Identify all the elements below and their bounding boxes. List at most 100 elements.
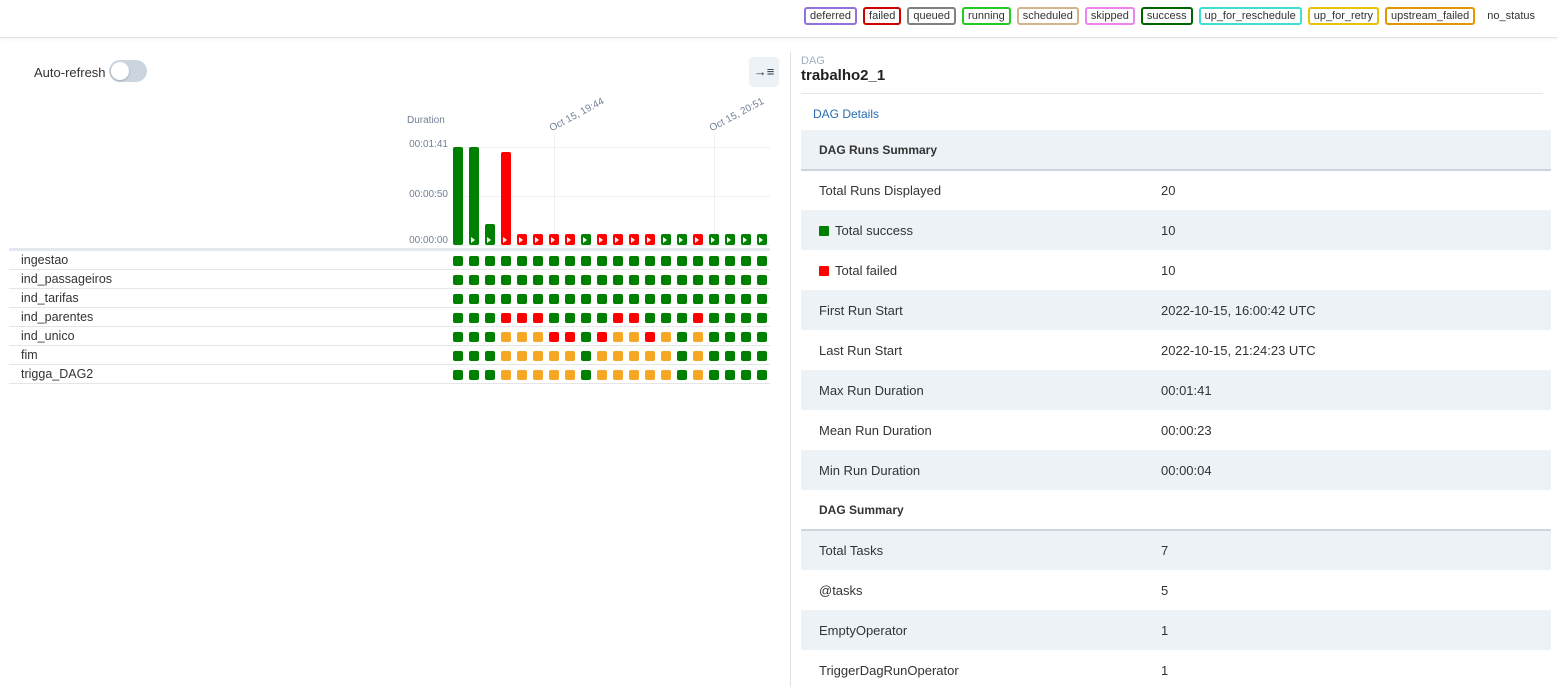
task-instance-cell[interactable] — [533, 294, 543, 304]
duration-bar[interactable] — [469, 147, 479, 245]
task-instance-cell[interactable] — [469, 313, 479, 323]
task-instance-cell[interactable] — [597, 275, 607, 285]
task-instance-cell[interactable] — [725, 275, 735, 285]
task-instance-cell[interactable] — [645, 332, 655, 342]
task-instance-cell[interactable] — [549, 332, 559, 342]
task-instance-cell[interactable] — [501, 294, 511, 304]
task-instance-cell[interactable] — [501, 370, 511, 380]
task-instance-cell[interactable] — [565, 275, 575, 285]
duration-bar[interactable] — [533, 234, 543, 245]
task-instance-cell[interactable] — [533, 370, 543, 380]
task-instance-cell[interactable] — [581, 275, 591, 285]
task-instance-cell[interactable] — [533, 256, 543, 266]
task-instance-cell[interactable] — [517, 313, 527, 323]
duration-bar[interactable] — [677, 234, 687, 245]
duration-bar[interactable] — [645, 234, 655, 245]
task-instance-cell[interactable] — [725, 256, 735, 266]
task-instance-cell[interactable] — [725, 313, 735, 323]
task-instance-cell[interactable] — [453, 256, 463, 266]
task-instance-cell[interactable] — [725, 294, 735, 304]
task-instance-cell[interactable] — [581, 351, 591, 361]
task-instance-cell[interactable] — [661, 370, 671, 380]
task-instance-cell[interactable] — [581, 332, 591, 342]
task-instance-cell[interactable] — [629, 370, 639, 380]
task-instance-cell[interactable] — [533, 275, 543, 285]
task-instance-cell[interactable] — [677, 351, 687, 361]
task-instance-cell[interactable] — [757, 294, 767, 304]
task-name[interactable]: ind_tarifas — [21, 291, 79, 305]
task-instance-cell[interactable] — [453, 332, 463, 342]
task-instance-cell[interactable] — [549, 313, 559, 323]
task-instance-cell[interactable] — [709, 351, 719, 361]
duration-bar[interactable] — [485, 223, 495, 245]
task-instance-cell[interactable] — [565, 351, 575, 361]
task-instance-cell[interactable] — [613, 313, 623, 323]
task-instance-cell[interactable] — [741, 256, 751, 266]
legend-failed[interactable]: failed — [863, 7, 902, 25]
task-instance-cell[interactable] — [741, 370, 751, 380]
task-instance-cell[interactable] — [757, 351, 767, 361]
task-instance-cell[interactable] — [693, 351, 703, 361]
task-instance-cell[interactable] — [693, 275, 703, 285]
task-instance-cell[interactable] — [533, 351, 543, 361]
task-instance-cell[interactable] — [469, 256, 479, 266]
task-instance-cell[interactable] — [677, 313, 687, 323]
task-instance-cell[interactable] — [469, 370, 479, 380]
task-instance-cell[interactable] — [581, 313, 591, 323]
task-instance-cell[interactable] — [693, 332, 703, 342]
task-instance-cell[interactable] — [453, 351, 463, 361]
task-instance-cell[interactable] — [709, 275, 719, 285]
task-name[interactable]: ind_unico — [21, 329, 75, 343]
task-instance-cell[interactable] — [725, 332, 735, 342]
task-instance-cell[interactable] — [693, 294, 703, 304]
task-instance-cell[interactable] — [597, 370, 607, 380]
task-instance-cell[interactable] — [453, 313, 463, 323]
task-instance-cell[interactable] — [709, 256, 719, 266]
task-instance-cell[interactable] — [485, 294, 495, 304]
task-instance-cell[interactable] — [629, 256, 639, 266]
duration-bar[interactable] — [661, 234, 671, 245]
task-instance-cell[interactable] — [501, 313, 511, 323]
task-instance-cell[interactable] — [485, 351, 495, 361]
legend-skipped[interactable]: skipped — [1084, 7, 1135, 25]
legend-up-for-retry[interactable]: up_for_retry — [1307, 7, 1380, 25]
task-instance-cell[interactable] — [645, 370, 655, 380]
task-name[interactable]: ingestao — [21, 253, 68, 267]
task-instance-cell[interactable] — [533, 313, 543, 323]
task-instance-cell[interactable] — [549, 294, 559, 304]
task-instance-cell[interactable] — [517, 370, 527, 380]
legend-running[interactable]: running — [962, 7, 1011, 25]
task-instance-cell[interactable] — [549, 275, 559, 285]
task-instance-cell[interactable] — [677, 370, 687, 380]
task-instance-cell[interactable] — [469, 294, 479, 304]
task-instance-cell[interactable] — [709, 332, 719, 342]
duration-bar[interactable] — [613, 234, 623, 245]
task-instance-cell[interactable] — [661, 351, 671, 361]
task-instance-cell[interactable] — [613, 256, 623, 266]
task-instance-cell[interactable] — [757, 370, 767, 380]
task-instance-cell[interactable] — [693, 313, 703, 323]
task-instance-cell[interactable] — [725, 351, 735, 361]
legend-queued[interactable]: queued — [907, 7, 957, 25]
task-instance-cell[interactable] — [565, 313, 575, 323]
task-instance-cell[interactable] — [565, 294, 575, 304]
task-instance-cell[interactable] — [517, 256, 527, 266]
task-instance-cell[interactable] — [629, 332, 639, 342]
task-instance-cell[interactable] — [549, 370, 559, 380]
task-instance-cell[interactable] — [613, 370, 623, 380]
task-instance-cell[interactable] — [645, 275, 655, 285]
task-instance-cell[interactable] — [453, 275, 463, 285]
task-instance-cell[interactable] — [581, 370, 591, 380]
task-instance-cell[interactable] — [741, 332, 751, 342]
duration-bar[interactable] — [597, 234, 607, 245]
task-instance-cell[interactable] — [469, 351, 479, 361]
duration-bar[interactable] — [581, 234, 591, 245]
duration-bar[interactable] — [629, 234, 639, 245]
task-name[interactable]: ind_passageiros — [21, 272, 112, 286]
duration-bar[interactable] — [565, 234, 575, 245]
task-instance-cell[interactable] — [469, 332, 479, 342]
duration-bar[interactable] — [725, 234, 735, 245]
task-instance-cell[interactable] — [613, 332, 623, 342]
task-instance-cell[interactable] — [501, 275, 511, 285]
task-instance-cell[interactable] — [741, 275, 751, 285]
